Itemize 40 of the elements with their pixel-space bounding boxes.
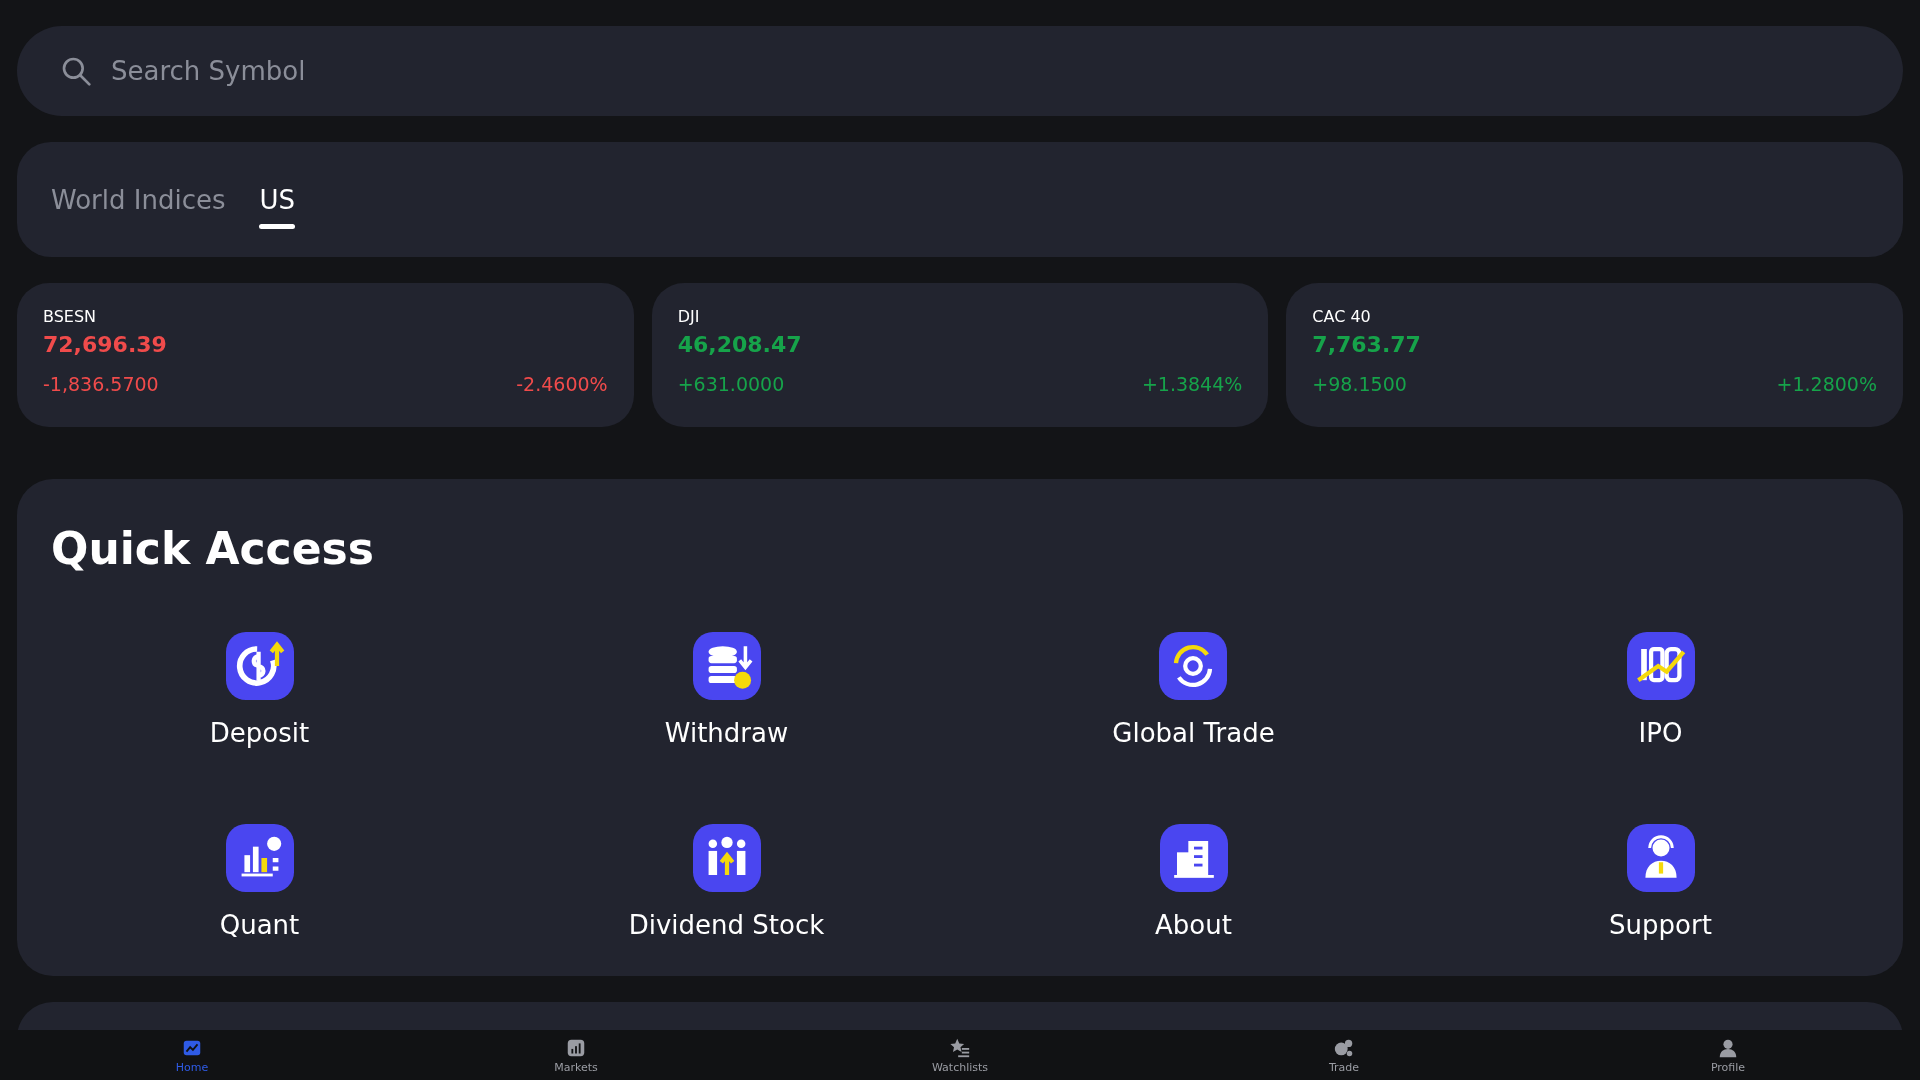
quick-access-item[interactable]: Support bbox=[1609, 824, 1712, 940]
section-title: Quick Access bbox=[51, 523, 374, 574]
quick-access-item[interactable]: IPO bbox=[1626, 632, 1695, 748]
nav-tab[interactable]: Trade bbox=[1152, 1030, 1536, 1080]
people-icon bbox=[692, 824, 761, 892]
index-name: CAC 40 bbox=[1312, 307, 1371, 326]
search-field[interactable]: Search Symbol bbox=[17, 26, 1903, 116]
quick-access-item[interactable]: Withdraw bbox=[664, 632, 789, 748]
index-card[interactable]: CAC 40 7,763.77 +98.1500 +1.2800% bbox=[1286, 283, 1903, 427]
search-icon bbox=[60, 55, 92, 87]
tab[interactable]: US bbox=[259, 170, 296, 229]
index-value: 7,763.77 bbox=[1312, 332, 1421, 357]
building-icon bbox=[1159, 824, 1228, 892]
tab[interactable]: World Indices bbox=[51, 170, 226, 229]
star-list-icon bbox=[949, 1036, 971, 1059]
index-percent: +1.3844% bbox=[1141, 373, 1243, 395]
index-percent: -2.4600% bbox=[516, 373, 608, 395]
index-percent: +1.2800% bbox=[1776, 373, 1877, 395]
quick-access-item[interactable]: Dividend Stock bbox=[628, 824, 825, 940]
nav-tab[interactable]: Profile bbox=[1536, 1030, 1920, 1080]
index-name: DJI bbox=[677, 307, 700, 326]
index-card[interactable]: BSESN 72,696.39 -1,836.5700 -2.4600% bbox=[17, 283, 634, 427]
index-change: +98.1500 bbox=[1312, 373, 1407, 395]
headset-person-icon bbox=[1626, 824, 1695, 892]
exchange-icon bbox=[1159, 632, 1228, 700]
quick-access-item[interactable]: Deposit bbox=[209, 632, 310, 748]
index-change: +631.0000 bbox=[677, 373, 785, 395]
index-card[interactable]: DJI 46,208.47 +631.0000 +1.3844% bbox=[651, 283, 1269, 427]
index-name: BSESN bbox=[43, 307, 97, 326]
index-value: 46,208.47 bbox=[677, 332, 802, 357]
nav-tab[interactable]: Markets bbox=[384, 1030, 768, 1080]
nav-tab[interactable]: Watchlists bbox=[768, 1030, 1152, 1080]
index-value: 72,696.39 bbox=[43, 332, 167, 357]
quick-access-item[interactable]: Global Trade bbox=[1112, 632, 1275, 748]
quick-access-item[interactable]: Quant bbox=[219, 824, 300, 940]
index-change: -1,836.5700 bbox=[43, 373, 159, 395]
bar-chart-icon bbox=[225, 824, 294, 892]
coin-stack-icon bbox=[692, 632, 761, 700]
dollar-icon bbox=[225, 632, 294, 700]
quick-access-item[interactable]: About bbox=[1155, 824, 1232, 940]
